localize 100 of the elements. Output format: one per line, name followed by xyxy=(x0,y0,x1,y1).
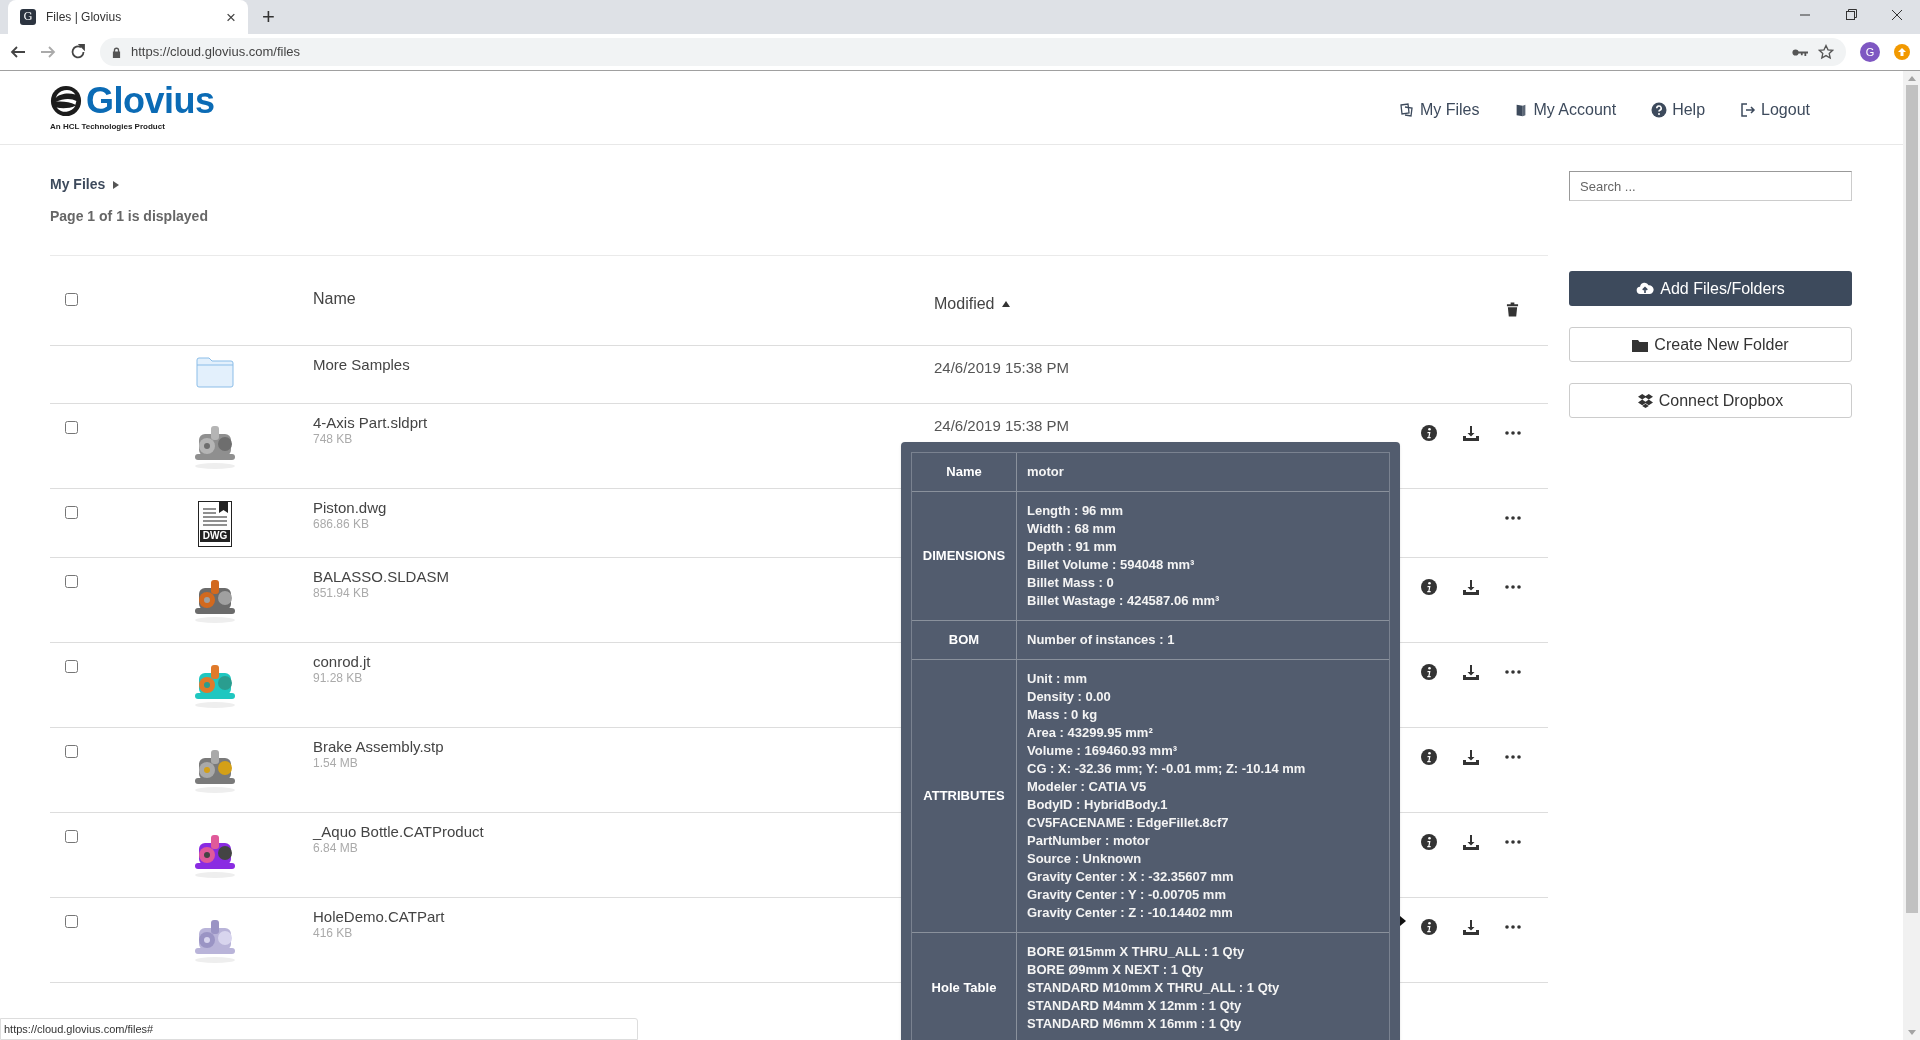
checkbox[interactable] xyxy=(65,506,78,519)
file-name[interactable]: 4-Axis Part.sldprt xyxy=(313,414,428,432)
help-icon xyxy=(1651,101,1668,118)
download-icon[interactable] xyxy=(1463,834,1479,850)
tooltip-value: Gravity Center : Z : -10.14402 mm xyxy=(1027,904,1234,922)
more-icon[interactable] xyxy=(1505,925,1521,929)
tooltip-value: PartNumber : motor xyxy=(1027,832,1151,850)
tooltip-value: Length : 96 mm xyxy=(1027,502,1125,520)
checkbox[interactable] xyxy=(65,293,78,306)
column-header[interactable]: Name xyxy=(313,287,934,311)
logo-icon xyxy=(50,84,82,117)
more-icon[interactable] xyxy=(1505,840,1521,844)
tooltip-value: Modeler : CATIA V5 xyxy=(1027,778,1148,796)
favicon: G xyxy=(20,9,36,25)
reload-icon[interactable] xyxy=(70,44,86,60)
tooltip-value: Billet Mass : 0 xyxy=(1027,574,1115,592)
download-icon[interactable] xyxy=(1463,664,1479,680)
search-field[interactable]: Search ... xyxy=(1569,171,1852,201)
star-icon[interactable] xyxy=(1818,44,1834,60)
back-icon[interactable] xyxy=(10,44,26,60)
action-button[interactable]: Connect Dropbox xyxy=(1569,383,1852,418)
info-icon[interactable] xyxy=(1421,425,1437,441)
tooltip-value: Width : 68 mm xyxy=(1027,520,1117,538)
close-tab-button[interactable]: × xyxy=(226,8,236,26)
info-icon[interactable] xyxy=(1421,664,1437,680)
file-size: 748 KB xyxy=(313,432,353,447)
document-icon: DWG xyxy=(198,501,232,547)
download-icon[interactable] xyxy=(1463,579,1479,595)
checkbox[interactable] xyxy=(65,660,78,673)
checkbox[interactable] xyxy=(65,915,78,928)
tooltip-value: CG : X: -32.36 mm; Y: -0.01 mm; Z: -10.14 mm xyxy=(1027,760,1307,778)
nav-link[interactable]: Help xyxy=(1651,97,1706,122)
dropbox-icon xyxy=(1637,393,1653,408)
file-size: 6.84 MB xyxy=(313,841,358,856)
tooltip-value: Mass : 0 kg xyxy=(1027,706,1099,724)
action-button[interactable]: Create New Folder xyxy=(1569,327,1852,362)
files-icon xyxy=(1398,101,1415,118)
file-size: 686.86 KB xyxy=(313,517,370,532)
cloud-upload-icon xyxy=(1636,281,1655,296)
download-icon[interactable] xyxy=(1463,425,1479,441)
nav-link[interactable]: Logout xyxy=(1740,97,1810,122)
tooltip-label: ATTRIBUTES xyxy=(923,787,1005,806)
tooltip-label: DIMENSIONS xyxy=(922,547,1006,566)
nav-link[interactable]: My Files xyxy=(1398,97,1480,122)
tooltip-value: motor xyxy=(1027,463,1065,481)
tooltip-value: Area : 43299.95 mm² xyxy=(1027,724,1154,742)
info-icon[interactable] xyxy=(1421,834,1437,850)
tooltip-value: Source : Unknown xyxy=(1027,850,1143,868)
profile-avatar[interactable]: G xyxy=(1860,42,1880,62)
tooltip-value: Number of instances : 1 xyxy=(1027,631,1176,649)
tooltip-value: Density : 0.00 xyxy=(1027,688,1112,706)
key-icon[interactable] xyxy=(1792,47,1808,57)
info-icon[interactable] xyxy=(1421,579,1437,595)
checkbox[interactable] xyxy=(65,575,78,588)
file-size: 416 KB xyxy=(313,926,353,941)
file-name[interactable]: Piston.dwg xyxy=(313,499,387,517)
file-name[interactable]: Brake Assembly.stp xyxy=(313,738,444,756)
tooltip-value: STANDARD M4mm X 12mm : 1 Qty xyxy=(1027,997,1243,1015)
download-icon[interactable] xyxy=(1463,749,1479,765)
tooltip-value: STANDARD M10mm X THRU_ALL : 1 Qty xyxy=(1027,979,1281,997)
breadcrumb-link[interactable]: My Files xyxy=(50,174,106,195)
modified-date: 24/6/2019 15:38 PM xyxy=(934,359,1070,376)
tab-title: Files | Glovius xyxy=(46,9,123,26)
logout-icon xyxy=(1740,101,1757,118)
info-icon[interactable] xyxy=(1421,749,1437,765)
nav-link[interactable]: My Account xyxy=(1514,97,1617,122)
download-icon[interactable] xyxy=(1463,919,1479,935)
more-icon[interactable] xyxy=(1505,585,1521,589)
more-icon[interactable] xyxy=(1505,670,1521,674)
file-name[interactable]: More Samples xyxy=(313,356,410,374)
action-button[interactable]: Add Files/Folders xyxy=(1569,271,1852,306)
file-name[interactable]: _Aquo Bottle.CATProduct xyxy=(313,823,484,841)
more-icon[interactable] xyxy=(1505,431,1521,435)
tooltip-label: Name xyxy=(946,463,982,482)
scrollbar[interactable] xyxy=(1903,71,1920,1040)
logo-wordmark: Glovius xyxy=(86,82,215,119)
file-name[interactable]: conrod.jt xyxy=(313,653,371,671)
tooltip-arrow-icon xyxy=(1400,916,1406,926)
tooltip-value: Volume : 169460.93 mm³ xyxy=(1027,742,1179,760)
checkbox[interactable] xyxy=(65,830,78,843)
file-size: 851.94 KB xyxy=(313,586,370,601)
tooltip-value: Billet Wastage : 424587.06 mm³ xyxy=(1027,592,1221,610)
tooltip-value: STANDARD M6mm X 16mm : 1 Qty xyxy=(1027,1015,1243,1033)
folder-icon xyxy=(196,356,234,388)
file-name[interactable]: HoleDemo.CATPart xyxy=(313,908,445,926)
more-icon[interactable] xyxy=(1505,755,1521,759)
tagline: An HCL Technologies Product xyxy=(50,120,166,133)
checkbox[interactable] xyxy=(65,745,78,758)
browser-tab[interactable]: G Files | Glovius × xyxy=(8,0,248,34)
new-tab-button[interactable]: + xyxy=(262,6,275,28)
column-header[interactable]: Modified xyxy=(934,292,1331,316)
url-text: https://cloud.glovius.com/files xyxy=(131,43,302,62)
more-icon[interactable] xyxy=(1505,516,1521,520)
sort-up-icon[interactable] xyxy=(1002,301,1011,307)
address-bar[interactable]: https://cloud.glovius.com/files xyxy=(100,38,1846,66)
info-icon[interactable] xyxy=(1421,919,1437,935)
tooltip-value: CV5FACENAME : EdgeFillet.8cf7 xyxy=(1027,814,1230,832)
checkbox[interactable] xyxy=(65,421,78,434)
file-name[interactable]: BALASSO.SLDASM xyxy=(313,568,449,586)
trash-icon[interactable] xyxy=(1506,301,1519,317)
